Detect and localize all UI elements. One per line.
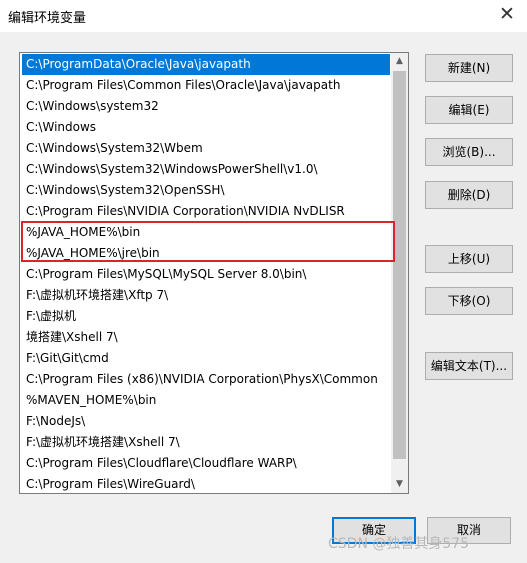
path-list-item[interactable]: C:\Program Files\WireGuard\ — [20, 474, 392, 493]
vertical-scrollbar[interactable]: ▲ ▼ — [391, 53, 408, 493]
edit-button[interactable]: 编辑(E) — [425, 96, 513, 124]
move-up-button[interactable]: 上移(U) — [425, 245, 513, 273]
path-list-item[interactable]: %JAVA_HOME%\bin — [20, 222, 392, 243]
move-down-button[interactable]: 下移(O) — [425, 287, 513, 315]
path-list-item[interactable]: F:\虚拟机 — [20, 306, 392, 327]
path-list-item[interactable]: 境搭建\Xshell 7\ — [20, 327, 392, 348]
path-list[interactable]: C:\ProgramData\Oracle\Java\javapath C:\Pr… — [19, 52, 409, 494]
path-list-item[interactable]: %MAVEN_HOME%\bin — [20, 390, 392, 411]
path-list-item[interactable]: C:\Program Files (x86)\NVIDIA Corporatio… — [20, 369, 392, 390]
scroll-down-arrow-icon[interactable]: ▼ — [391, 476, 408, 493]
close-icon[interactable]: ✕ — [497, 2, 517, 26]
path-list-item[interactable]: C:\Windows\system32 — [20, 96, 392, 117]
path-list-item[interactable]: F:\虚拟机环境搭建\Xftp 7\ — [20, 285, 392, 306]
path-list-item[interactable]: F:\Git\Git\cmd — [20, 348, 392, 369]
edit-text-button[interactable]: 编辑文本(T)... — [425, 352, 513, 380]
path-list-item[interactable]: C:\Windows — [20, 117, 392, 138]
path-list-rows: C:\ProgramData\Oracle\Java\javapath C:\Pr… — [20, 53, 392, 493]
watermark: CSDN @独善其身575 — [328, 536, 470, 552]
delete-button[interactable]: 删除(D) — [425, 181, 513, 209]
new-button[interactable]: 新建(N) — [425, 54, 513, 82]
path-list-item[interactable]: F:\虚拟机环境搭建\Xshell 7\ — [20, 432, 392, 453]
path-list-item[interactable]: C:\Program Files\Common Files\Oracle\Jav… — [20, 75, 392, 96]
path-list-item[interactable]: C:\ProgramData\Oracle\Java\javapath — [22, 54, 390, 75]
path-list-item[interactable]: F:\NodeJs\ — [20, 411, 392, 432]
path-list-item[interactable]: C:\Windows\System32\OpenSSH\ — [20, 180, 392, 201]
title-bar: 编辑环境变量 ✕ — [0, 0, 527, 32]
path-list-item[interactable]: C:\Program Files\NVIDIA Corporation\NVID… — [20, 201, 392, 222]
window-title: 编辑环境变量 — [8, 11, 87, 26]
browse-button[interactable]: 浏览(B)... — [425, 138, 513, 166]
path-list-item[interactable]: C:\Program Files\Cloudflare\Cloudflare W… — [20, 453, 392, 474]
scroll-up-arrow-icon[interactable]: ▲ — [391, 53, 408, 70]
path-list-item[interactable]: C:\Program Files\MySQL\MySQL Server 8.0\… — [20, 264, 392, 285]
path-list-item[interactable]: C:\Windows\System32\WindowsPowerShell\v1… — [20, 159, 392, 180]
scrollbar-thumb[interactable] — [393, 71, 406, 459]
path-list-item[interactable]: %JAVA_HOME%\jre\bin — [20, 243, 392, 264]
path-list-item[interactable]: C:\Windows\System32\Wbem — [20, 138, 392, 159]
